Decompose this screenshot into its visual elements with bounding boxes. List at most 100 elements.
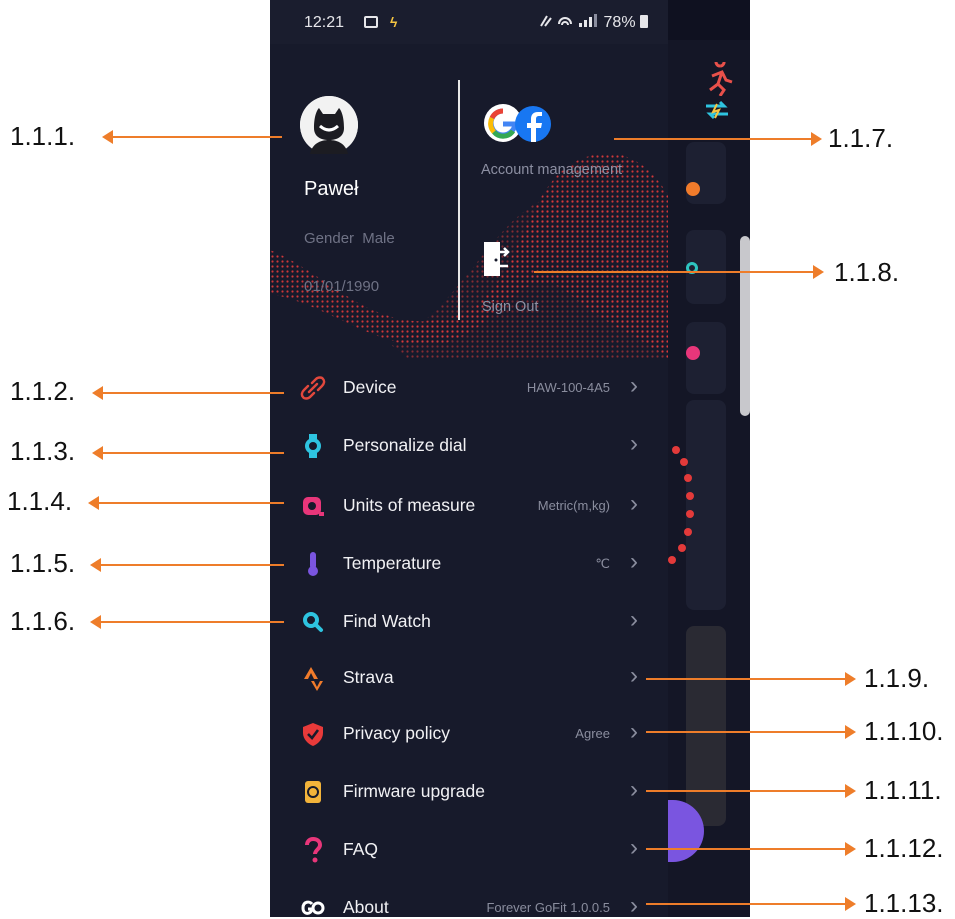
- menu-value-privacy-policy: Agree: [575, 726, 610, 741]
- divider: [458, 80, 460, 320]
- link-icon: [300, 376, 326, 400]
- firmware-icon: [305, 781, 321, 803]
- units-icon: [303, 497, 324, 516]
- fire-icon: [686, 182, 700, 196]
- menu-label-units-of-measure: Units of measure: [343, 495, 476, 515]
- callout-arrow: [646, 784, 856, 798]
- watch-icon: [305, 434, 321, 458]
- chevron-right-icon: ›: [630, 718, 638, 745]
- menu-label-strava: Strava: [343, 667, 394, 687]
- question-icon: [305, 837, 323, 863]
- callout-arrow: [646, 672, 856, 686]
- menu-item-faq[interactable]: FAQ ›: [270, 824, 668, 876]
- account-management-button[interactable]: [482, 102, 554, 144]
- account-management-label: Account management: [481, 162, 623, 178]
- menu-label-faq: FAQ: [343, 839, 379, 859]
- menu-value-units-of-measure: Metric(m,kg): [537, 498, 610, 513]
- callout-1-1-4: 1.1.4.: [7, 486, 73, 516]
- status-time: 12:21: [304, 14, 345, 31]
- callout-1-1-11: 1.1.11.: [864, 775, 942, 805]
- callout-arrow: [614, 132, 822, 146]
- callout-1-1-10: 1.1.10.: [864, 716, 944, 746]
- google-facebook-icon: [484, 104, 551, 142]
- callout-1-1-8: 1.1.8.: [834, 257, 900, 287]
- wave-graphic: [270, 153, 668, 360]
- menu-item-units-of-measure[interactable]: Units of measure Metric(m,kg) ›: [270, 480, 668, 532]
- chevron-right-icon: ›: [630, 662, 638, 689]
- gender-value: Male: [362, 230, 395, 247]
- menu-item-find-watch[interactable]: Find Watch ›: [270, 596, 668, 648]
- battery-icon: [640, 15, 648, 28]
- runner-icon: [709, 62, 733, 96]
- callout-1-1-12: 1.1.12.: [864, 833, 944, 863]
- callout-1-1-5: 1.1.5.: [10, 548, 76, 578]
- callout-arrow: [534, 265, 824, 279]
- menu-label-temperature: Temperature: [343, 553, 442, 573]
- callout-arrow: [90, 615, 284, 629]
- strava-icon: [304, 667, 323, 691]
- chevron-right-icon: ›: [630, 430, 638, 457]
- search-icon: [303, 612, 323, 632]
- callout-1-1-7: 1.1.7.: [828, 123, 894, 153]
- chevron-right-icon: ›: [630, 548, 638, 575]
- callout-arrow: [90, 558, 284, 572]
- chevron-right-icon: ›: [630, 776, 638, 803]
- avatar[interactable]: [300, 96, 358, 154]
- menu-value-about: Forever GoFit 1.0.0.5: [486, 900, 610, 915]
- menu-value-device: HAW-100-4A5: [526, 380, 610, 395]
- scrollbar[interactable]: [740, 236, 750, 416]
- menu-label-device: Device: [343, 377, 397, 397]
- callout-arrow: [102, 130, 282, 144]
- callout-1-1-9: 1.1.9.: [864, 663, 930, 693]
- menu-item-personalize-dial[interactable]: Personalize dial ›: [270, 420, 668, 472]
- callout-arrow: [88, 496, 284, 510]
- menu-item-strava[interactable]: Strava ›: [270, 652, 668, 704]
- menu-item-device[interactable]: Device HAW-100-4A5 ›: [270, 362, 668, 414]
- user-gender: Gender Male: [304, 230, 395, 247]
- callout-arrow: [92, 386, 284, 400]
- navigation-drawer: 12:21 ϟ 78% Paweł Gender Male 01/01/1990…: [270, 0, 668, 917]
- menu-item-temperature[interactable]: Temperature ℃ ›: [270, 538, 668, 590]
- menu-label-privacy-policy: Privacy policy: [343, 723, 450, 743]
- callout-1-1-1: 1.1.1.: [10, 121, 76, 151]
- ring-progress-icon: [668, 446, 694, 564]
- chevron-right-icon: ›: [630, 372, 638, 399]
- callout-arrow: [646, 897, 856, 911]
- chevron-right-icon: ›: [630, 834, 638, 861]
- chevron-right-icon: ›: [630, 606, 638, 633]
- chevron-right-icon: ›: [630, 892, 638, 918]
- sign-out-button[interactable]: [482, 240, 512, 280]
- background-app: [668, 40, 750, 917]
- sign-out-label: Sign Out: [482, 299, 539, 315]
- menu-label-firmware-upgrade: Firmware upgrade: [343, 781, 485, 801]
- callout-arrow: [92, 446, 284, 460]
- gender-label: Gender: [304, 230, 355, 247]
- menu-item-about[interactable]: About Forever GoFit 1.0.0.5 ›: [270, 882, 668, 917]
- menu-item-firmware-upgrade[interactable]: Firmware upgrade ›: [270, 766, 668, 818]
- user-birth-date: 01/01/1990: [304, 278, 380, 295]
- background-card: [686, 626, 726, 826]
- signal-wifi-icon: [540, 14, 598, 27]
- menu-label-find-watch: Find Watch: [343, 611, 431, 631]
- timer-icon: [686, 346, 700, 360]
- gofit-icon: [301, 900, 325, 915]
- callout-1-1-6: 1.1.6.: [10, 606, 76, 636]
- callout-1-1-3: 1.1.3.: [10, 436, 76, 466]
- menu-value-temperature: ℃: [595, 556, 610, 571]
- chevron-right-icon: ›: [630, 490, 638, 517]
- background-app-top: [668, 0, 750, 40]
- menu-label-personalize-dial: Personalize dial: [343, 435, 467, 455]
- gallery-icon: [364, 16, 378, 28]
- user-name: Paweł: [304, 178, 359, 200]
- profile-header: Paweł Gender Male 01/01/1990 Account man…: [270, 44, 668, 360]
- cat-avatar-icon: [300, 96, 358, 154]
- charging-icon: ϟ: [390, 14, 398, 30]
- callout-arrow: [646, 725, 856, 739]
- callout-1-1-2: 1.1.2.: [10, 376, 76, 406]
- status-bar: 12:21 ϟ 78%: [270, 0, 668, 44]
- menu-item-privacy-policy[interactable]: Privacy policy Agree ›: [270, 708, 668, 760]
- sync-icon: [706, 100, 728, 120]
- shield-icon: [303, 723, 323, 746]
- thermometer-icon: [308, 552, 318, 576]
- menu-label-about: About: [343, 897, 389, 917]
